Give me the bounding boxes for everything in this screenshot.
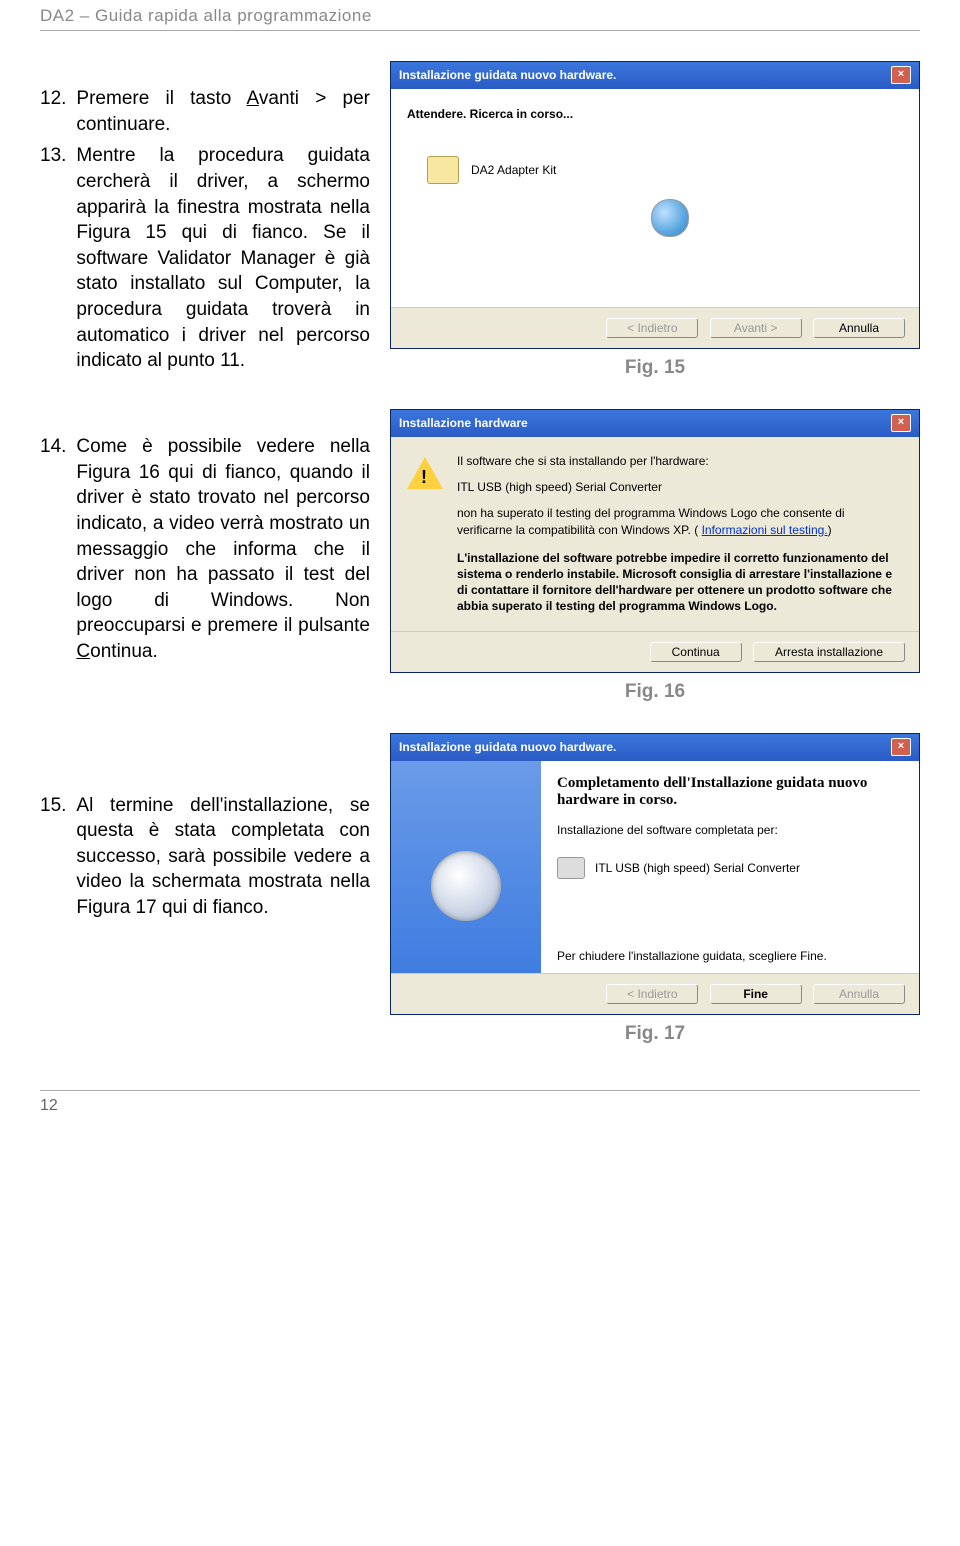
wizard-subtext: Installazione del software completata pe…: [557, 823, 903, 837]
window-title: Installazione guidata nuovo hardware.: [399, 740, 616, 754]
wizard-hint: Per chiudere l'installazione guidata, sc…: [557, 949, 903, 963]
device-icon: [427, 156, 459, 184]
step-number: 15.: [40, 793, 66, 921]
window-title: Installazione hardware: [399, 416, 528, 430]
wizard-new-hardware-window: Installazione guidata nuovo hardware. × …: [390, 61, 920, 349]
device-name: ITL USB (high speed) Serial Converter: [595, 861, 800, 875]
device-row: DA2 Adapter Kit: [427, 156, 903, 184]
next-button[interactable]: Avanti >: [710, 318, 802, 338]
page-footer: 12: [40, 1090, 920, 1115]
button-row: < Indietro Fine Annulla: [391, 973, 919, 1014]
page-number: 12: [40, 1097, 58, 1114]
text-fragment: Premere il tasto: [76, 88, 246, 109]
warning-bold-text: L'installazione del software potrebbe im…: [457, 550, 901, 615]
button-row: < Indietro Avanti > Annulla: [391, 307, 919, 348]
text-line: non ha superato il testing del programma…: [457, 505, 901, 537]
wizard-complete-window: Installazione guidata nuovo hardware. × …: [390, 733, 920, 1015]
step-number: 13.: [40, 143, 66, 374]
button-row: Continua Arresta installazione: [391, 631, 919, 672]
window-title: Installazione guidata nuovo hardware.: [399, 68, 616, 82]
finish-button[interactable]: Fine: [710, 984, 802, 1004]
step-text: Mentre la procedura guidata cercherà il …: [76, 143, 370, 374]
hardware-install-dialog: Installazione hardware × Il software che…: [390, 409, 920, 673]
figure-caption-15: Fig. 15: [390, 357, 920, 379]
step-number: 14.: [40, 434, 66, 665]
step-13: 13. Mentre la procedura guidata cercherà…: [40, 143, 370, 374]
figure-caption-17: Fig. 17: [390, 1023, 920, 1045]
step-text: Premere il tasto Avanti > per continuare…: [76, 86, 370, 137]
step-12: 12. Premere il tasto Avanti > per contin…: [40, 86, 370, 137]
step-text: Al termine dell'installazione, se questa…: [76, 793, 370, 921]
continue-button[interactable]: Continua: [650, 642, 742, 662]
figure-caption-16: Fig. 16: [390, 681, 920, 703]
window-titlebar: Installazione guidata nuovo hardware. ×: [391, 62, 919, 89]
cancel-button[interactable]: Annulla: [813, 318, 905, 338]
underlined-letter: A: [247, 88, 259, 109]
text-fragment: ): [828, 523, 832, 537]
text-fragment: Come è possibile vedere nella Figura 16 …: [76, 436, 370, 636]
close-icon[interactable]: ×: [891, 414, 911, 432]
stop-install-button[interactable]: Arresta installazione: [753, 642, 905, 662]
close-icon[interactable]: ×: [891, 738, 911, 756]
text-fragment: ontinua.: [90, 641, 158, 662]
step-14: 14. Come è possibile vedere nella Figura…: [40, 434, 370, 665]
window-titlebar: Installazione guidata nuovo hardware. ×: [391, 734, 919, 761]
device-name: ITL USB (high speed) Serial Converter: [457, 479, 901, 495]
testing-info-link[interactable]: Informazioni sul testing.: [702, 523, 828, 537]
dialog-text: Il software che si sta installando per l…: [457, 453, 901, 615]
usb-icon: [557, 857, 585, 879]
window-titlebar: Installazione hardware ×: [391, 410, 919, 437]
page-header: DA2 – Guida rapida alla programmazione: [40, 0, 920, 31]
device-name: DA2 Adapter Kit: [471, 163, 556, 177]
gear-icon: [431, 851, 501, 921]
underlined-letter: C: [76, 641, 90, 662]
wizard-status-text: Attendere. Ricerca in corso...: [407, 107, 903, 121]
wizard-heading: Completamento dell'Installazione guidata…: [557, 775, 903, 809]
back-button[interactable]: < Indietro: [606, 318, 698, 338]
magnifier-icon: [651, 199, 689, 237]
step-text: Come è possibile vedere nella Figura 16 …: [76, 434, 370, 665]
warning-icon: [407, 457, 443, 489]
wizard-side-panel: [391, 761, 541, 973]
step-15: 15. Al termine dell'installazione, se qu…: [40, 793, 370, 921]
text-line: Il software che si sta installando per l…: [457, 453, 901, 469]
step-number: 12.: [40, 86, 66, 137]
back-button[interactable]: < Indietro: [606, 984, 698, 1004]
close-icon[interactable]: ×: [891, 66, 911, 84]
cancel-button[interactable]: Annulla: [813, 984, 905, 1004]
device-row: ITL USB (high speed) Serial Converter: [557, 857, 903, 879]
